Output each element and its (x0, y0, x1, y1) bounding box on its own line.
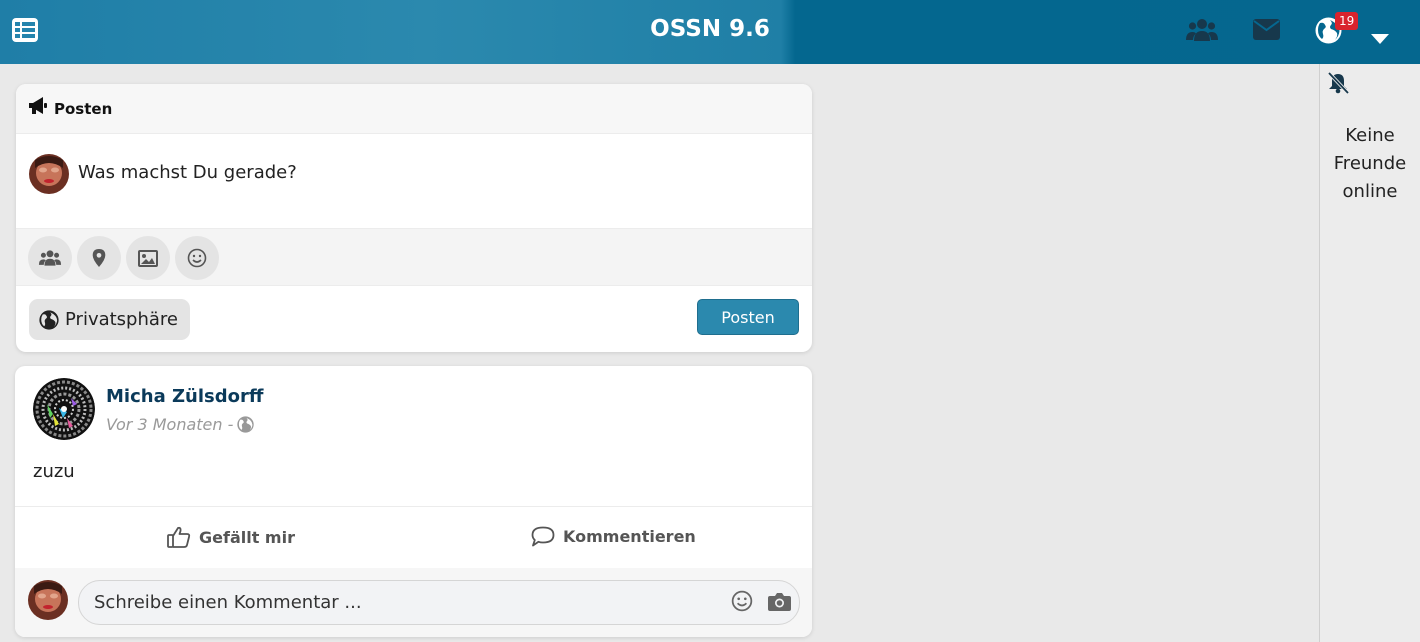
author-avatar[interactable] (33, 378, 95, 440)
composer-body[interactable]: Was machst Du gerade? (16, 134, 812, 228)
tag-friends-button[interactable] (28, 236, 72, 280)
notification-badge[interactable]: 19 (1335, 12, 1359, 30)
avatar (28, 580, 68, 620)
post-time: Vor 3 Monaten - (106, 415, 234, 434)
composer-header-label: Posten (54, 100, 113, 118)
envelope-icon[interactable] (1253, 19, 1280, 44)
globe-icon (39, 309, 59, 330)
composer-footer: Privatsphäre Posten (16, 286, 812, 352)
post-author-name[interactable]: Micha Zülsdorff (106, 386, 263, 407)
image-icon (138, 249, 158, 267)
emoji-button[interactable] (175, 236, 219, 280)
smile-icon (187, 248, 207, 268)
camera-icon[interactable] (768, 592, 791, 615)
globe-icon (237, 416, 255, 433)
megaphone-icon (28, 96, 48, 120)
privacy-button[interactable]: Privatsphäre (29, 299, 191, 340)
location-button[interactable] (77, 236, 121, 280)
photo-button[interactable] (126, 236, 170, 280)
post-meta: Vor 3 Monaten - (106, 415, 255, 434)
caret-down-icon[interactable] (1371, 30, 1389, 49)
comment-icon (531, 526, 555, 547)
privacy-label: Privatsphäre (65, 309, 179, 330)
comment-button[interactable]: Kommentieren (531, 526, 696, 547)
post-button[interactable]: Posten (697, 299, 799, 335)
post-actions: Gefällt mir Kommentieren (15, 506, 812, 568)
online-friends-sidebar: Keine Freunde online (1319, 64, 1420, 642)
users-icon (38, 250, 62, 266)
bell-slash-icon[interactable] (1326, 71, 1350, 98)
post-text: zuzu (33, 461, 75, 482)
map-marker-icon (92, 249, 106, 267)
comment-placeholder: Schreibe einen Kommentar ... (94, 592, 362, 613)
like-button[interactable]: Gefällt mir (167, 526, 295, 548)
thumbs-up-icon (167, 526, 191, 548)
no-friends-online-text: Keine Freunde online (1333, 125, 1407, 202)
composer-header: Posten (16, 84, 812, 134)
smile-icon[interactable] (731, 590, 753, 616)
comment-row: Schreibe einen Kommentar ... (15, 568, 812, 637)
comment-input[interactable]: Schreibe einen Kommentar ... (78, 580, 800, 625)
users-icon[interactable] (1186, 17, 1218, 47)
topbar: OSSN 9.6 19 (0, 0, 1420, 64)
composer-toolbar (16, 228, 812, 286)
post-input[interactable]: Was machst Du gerade? (78, 162, 297, 183)
post-card: Micha Zülsdorff Vor 3 Monaten - zuzu Gef… (15, 366, 812, 637)
post-composer: Posten Was machst Du gerade? Privatsphär… (16, 84, 812, 352)
comment-label: Kommentieren (563, 527, 696, 546)
avatar (29, 154, 69, 194)
like-label: Gefällt mir (199, 527, 295, 547)
